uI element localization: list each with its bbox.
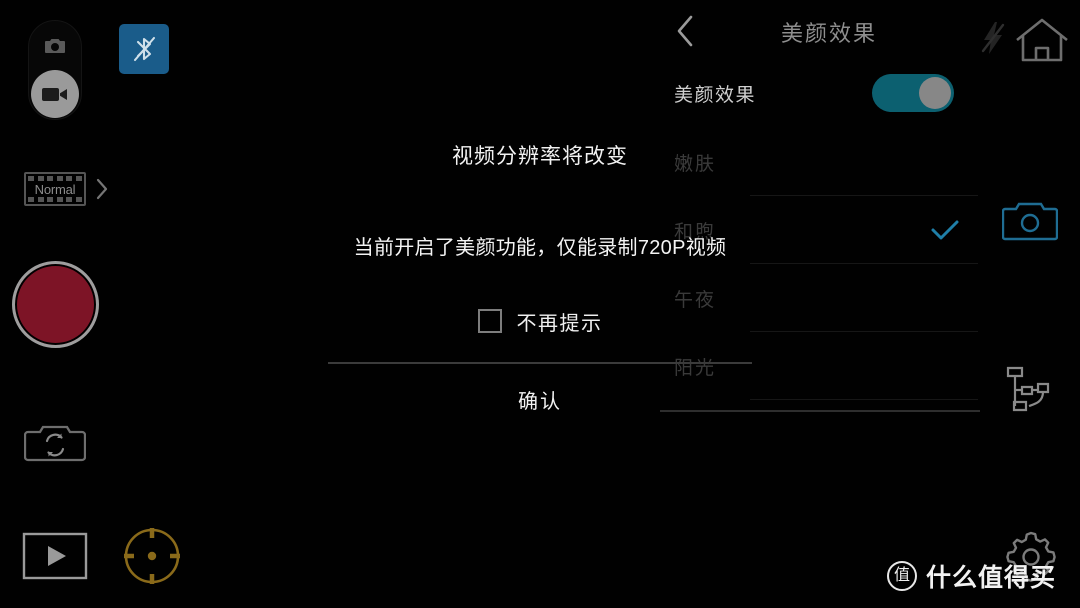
resolution-change-dialog: 视频分辨率将改变 当前开启了美颜功能，仅能录制720P视频 不再提示 确认	[300, 130, 780, 414]
flash-off-icon[interactable]	[978, 20, 1008, 56]
row-divider	[750, 399, 978, 400]
bluetooth-off-icon	[130, 33, 158, 65]
shooting-mode-label: Normal	[34, 181, 76, 197]
camera-outline-icon[interactable]	[1002, 198, 1058, 242]
focus-reticle-button[interactable]	[122, 526, 182, 586]
play-button-icon	[22, 532, 88, 580]
watermark-logo: 值	[886, 561, 917, 591]
capture-mode-toggle[interactable]	[28, 20, 82, 120]
dont-remind-label: 不再提示	[516, 312, 603, 335]
watermark: 值 什么值得买	[886, 558, 1056, 594]
home-icon[interactable]	[1014, 16, 1070, 64]
record-button[interactable]	[12, 261, 99, 348]
panel-header: 美颜效果	[660, 0, 980, 60]
dialog-divider	[328, 361, 752, 364]
chevron-right-icon[interactable]	[95, 177, 109, 201]
panel-title: 美颜效果	[780, 21, 877, 46]
camera-icon	[43, 36, 67, 56]
confirm-button[interactable]: 确认	[518, 385, 562, 414]
camera-app-screen: Normal 美颜效果 美颜效果 嫩肤 和煦 午夜 阳光 视频分辨率将改变 当前…	[0, 0, 1080, 608]
watermark-text: 什么值得买	[925, 564, 1056, 592]
beauty-effect-switch[interactable]	[872, 74, 954, 112]
video-camera-icon	[41, 85, 69, 103]
focus-reticle-icon	[122, 526, 182, 586]
switch-knob	[919, 77, 951, 109]
bluetooth-toggle-button[interactable]	[119, 24, 169, 74]
camera-switch-button[interactable]	[24, 420, 86, 466]
shooting-mode-selector[interactable]: Normal	[24, 172, 109, 206]
dont-remind-checkbox-row[interactable]: 不再提示	[477, 307, 603, 336]
dialog-message: 当前开启了美颜功能，仅能录制720P视频	[353, 237, 727, 259]
playback-button[interactable]	[22, 532, 88, 580]
beauty-effect-label: 美颜效果	[674, 84, 757, 106]
video-mode-button[interactable]	[31, 70, 79, 118]
header-right-controls	[970, 0, 1080, 72]
film-strip-icon: Normal	[24, 172, 86, 206]
check-icon	[930, 218, 960, 242]
photo-mode-button[interactable]	[35, 26, 75, 66]
camera-switch-icon	[24, 420, 86, 466]
beauty-effect-toggle-row[interactable]: 美颜效果	[660, 60, 980, 126]
dialog-title: 视频分辨率将改变	[452, 145, 628, 168]
dont-remind-checkbox[interactable]	[477, 309, 502, 334]
device-transfer-icon[interactable]	[1002, 362, 1060, 418]
